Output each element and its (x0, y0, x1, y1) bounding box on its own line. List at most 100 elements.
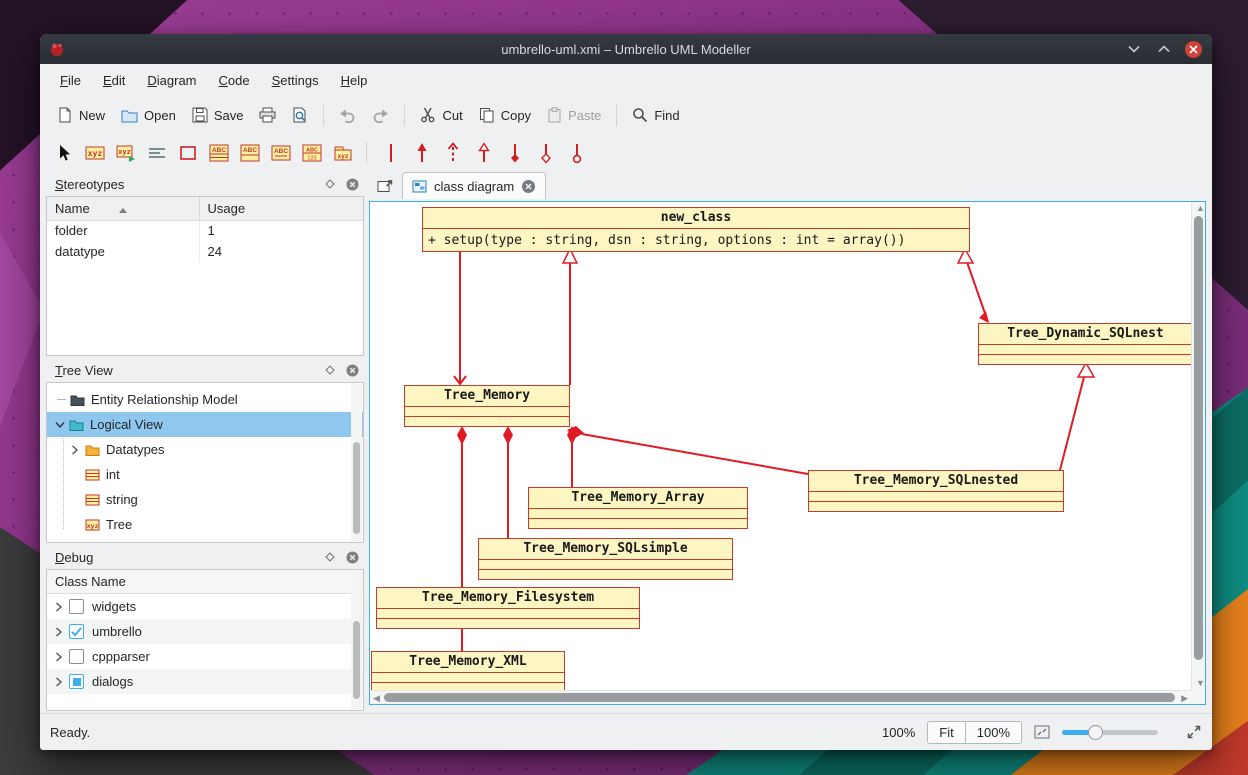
save-button[interactable]: Save (185, 102, 251, 128)
find-button[interactable]: Find (625, 102, 686, 128)
new-tab-button[interactable] (372, 174, 398, 198)
association-tool[interactable] (377, 140, 404, 167)
enum-tool[interactable]: ABC123 (298, 140, 325, 167)
redo-button[interactable] (365, 102, 396, 128)
checkbox-umbrello[interactable] (69, 624, 84, 639)
tree-item-string[interactable]: string (47, 487, 363, 512)
aggregation-tool[interactable] (532, 140, 559, 167)
scroll-right-icon[interactable]: ▶ (1181, 694, 1188, 703)
debug-item-cppparser[interactable]: cppparser (47, 644, 363, 669)
note-anchor-tool[interactable]: xyz (112, 140, 139, 167)
expand-collapse-icon[interactable] (55, 602, 69, 612)
select-tool[interactable] (50, 140, 77, 167)
stereotypes-panel-header[interactable]: Stereotypes (46, 172, 364, 196)
checkbox-dialogs[interactable] (69, 674, 84, 689)
interface-tool[interactable]: ABC (236, 140, 263, 167)
stereotype-row[interactable]: folder 1 (47, 220, 363, 241)
uml-class-tree-memory[interactable]: Tree_Memory (404, 385, 570, 427)
checkbox-widgets[interactable] (69, 599, 84, 614)
tree-item-int[interactable]: int (47, 462, 363, 487)
zoom-100-button[interactable]: 100% (966, 721, 1022, 744)
horizontal-scrollbar[interactable]: ◀ ▶ (370, 690, 1191, 704)
paste-button[interactable]: Paste (540, 102, 608, 128)
containment-tool[interactable] (563, 140, 590, 167)
tree-item-logical-view[interactable]: Logical View (47, 412, 363, 437)
minimize-button[interactable] (1125, 40, 1143, 58)
tree-item-entity-relationship-model[interactable]: Entity Relationship Model (47, 387, 363, 412)
align-tool[interactable] (143, 140, 170, 167)
debug-item-umbrello[interactable]: umbrello (47, 619, 363, 644)
expand-collapse-icon[interactable] (71, 445, 85, 455)
menu-diagram[interactable]: Diagram (139, 69, 204, 92)
debug-scrollbar[interactable] (351, 571, 362, 709)
generalization-tool[interactable] (470, 140, 497, 167)
slider-handle[interactable] (1088, 725, 1103, 740)
stereotype-row[interactable]: datatype 24 (47, 241, 363, 262)
open-button[interactable]: Open (114, 103, 183, 128)
fit-button[interactable]: Fit (927, 721, 965, 744)
maximize-button[interactable] (1155, 40, 1173, 58)
zoom-slider[interactable] (1062, 730, 1158, 735)
close-button[interactable] (1185, 41, 1202, 58)
column-header-usage[interactable]: Usage (199, 197, 363, 220)
datatype-tool[interactable]: ABC (267, 140, 294, 167)
debug-item-widgets[interactable]: widgets (47, 594, 363, 619)
uml-class-tree-memory-filesystem[interactable]: Tree_Memory_Filesystem (376, 587, 640, 629)
tab-class-diagram[interactable]: class diagram (402, 172, 546, 199)
tab-close-icon[interactable] (521, 179, 536, 194)
package-tool[interactable]: xyz (329, 140, 356, 167)
scroll-up-icon[interactable]: ▲ (1196, 204, 1205, 213)
column-header-name[interactable]: Name (47, 197, 199, 220)
copy-button[interactable]: Copy (472, 102, 538, 128)
scrollbar-thumb[interactable] (1194, 216, 1203, 660)
tree-item-tree[interactable]: xyz Tree (47, 512, 363, 537)
tree-view-scrollbar[interactable] (351, 384, 362, 541)
float-panel-icon[interactable] (322, 549, 338, 565)
print-preview-button[interactable] (285, 102, 315, 128)
print-button[interactable] (252, 102, 283, 128)
expand-collapse-icon[interactable] (55, 627, 69, 637)
scrollbar-thumb[interactable] (353, 621, 360, 699)
cut-button[interactable]: Cut (413, 102, 469, 128)
scroll-down-icon[interactable]: ▼ (1196, 679, 1205, 688)
uml-class-tree-memory-sqlnested[interactable]: Tree_Memory_SQLnested (808, 470, 1064, 512)
uniassociation-tool[interactable] (408, 140, 435, 167)
expand-collapse-icon[interactable] (55, 677, 69, 687)
expand-collapse-icon[interactable] (55, 652, 69, 662)
uml-class-tree-memory-array[interactable]: Tree_Memory_Array (528, 487, 748, 529)
dependency-tool[interactable] (439, 140, 466, 167)
close-panel-icon[interactable] (344, 362, 360, 378)
float-panel-icon[interactable] (322, 176, 338, 192)
uml-class-new_class[interactable]: new_class + setup(type : string, dsn : s… (422, 207, 970, 252)
debug-panel-header[interactable]: Debug (46, 545, 364, 569)
vertical-scrollbar[interactable]: ▲ ▼ (1191, 202, 1205, 690)
uml-class-tree-memory-sqlsimple[interactable]: Tree_Memory_SQLsimple (478, 538, 733, 580)
class-tool[interactable]: ABC (205, 140, 232, 167)
zoom-select-button[interactable] (1034, 725, 1050, 739)
scrollbar-thumb[interactable] (353, 442, 360, 534)
close-panel-icon[interactable] (344, 549, 360, 565)
scroll-left-icon[interactable]: ◀ (373, 694, 380, 703)
checkbox-cppparser[interactable] (69, 649, 84, 664)
undo-button[interactable] (332, 102, 363, 128)
debug-item-dialogs[interactable]: dialogs (47, 669, 363, 694)
menu-edit[interactable]: Edit (95, 69, 133, 92)
composition-tool[interactable] (501, 140, 528, 167)
uml-class-tree-dynamic-sqlnest[interactable]: Tree_Dynamic_SQLnest (978, 323, 1191, 365)
tree-view-panel-header[interactable]: Tree View (46, 358, 364, 382)
close-panel-icon[interactable] (344, 176, 360, 192)
box-tool[interactable] (174, 140, 201, 167)
menu-code[interactable]: Code (211, 69, 258, 92)
tree-item-datatypes[interactable]: Datatypes (47, 437, 363, 462)
fullscreen-icon[interactable] (1186, 724, 1202, 740)
window-titlebar[interactable]: umbrello-uml.xmi – Umbrello UML Modeller (40, 34, 1212, 64)
diagram-canvas[interactable]: new_class + setup(type : string, dsn : s… (370, 202, 1191, 690)
debug-column-header[interactable]: Class Name (47, 570, 363, 594)
expand-collapse-icon[interactable] (55, 421, 69, 429)
text-label-tool[interactable]: xyz (81, 140, 108, 167)
menu-help[interactable]: Help (333, 69, 376, 92)
scrollbar-thumb[interactable] (384, 693, 1175, 702)
menu-settings[interactable]: Settings (264, 69, 327, 92)
new-button[interactable]: New (50, 102, 112, 128)
menu-file[interactable]: File (52, 69, 89, 92)
